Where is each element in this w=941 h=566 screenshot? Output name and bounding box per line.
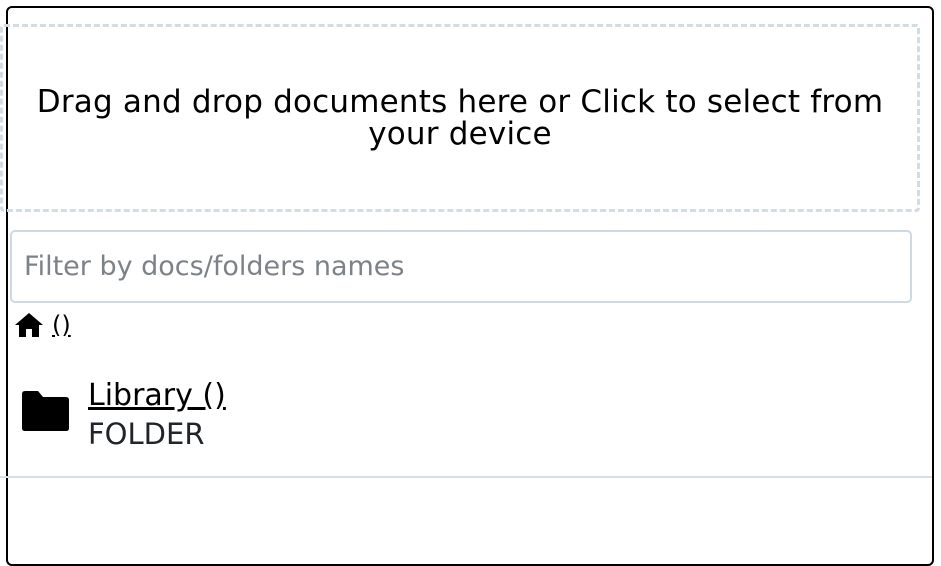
upload-dropzone[interactable]: Drag and drop documents here or Click to… bbox=[0, 24, 920, 212]
breadcrumb: () bbox=[14, 310, 71, 340]
row-divider bbox=[0, 476, 932, 478]
folder-row[interactable]: Library () FOLDER bbox=[10, 370, 930, 476]
breadcrumb-root-link[interactable]: () bbox=[52, 311, 71, 339]
folder-type-label: FOLDER bbox=[88, 417, 205, 451]
filter-input[interactable] bbox=[10, 230, 912, 303]
home-icon[interactable] bbox=[14, 311, 44, 339]
folder-icon bbox=[20, 390, 70, 432]
folder-name-link[interactable]: Library () bbox=[88, 378, 226, 414]
dropzone-text: Drag and drop documents here or Click to… bbox=[36, 84, 884, 152]
